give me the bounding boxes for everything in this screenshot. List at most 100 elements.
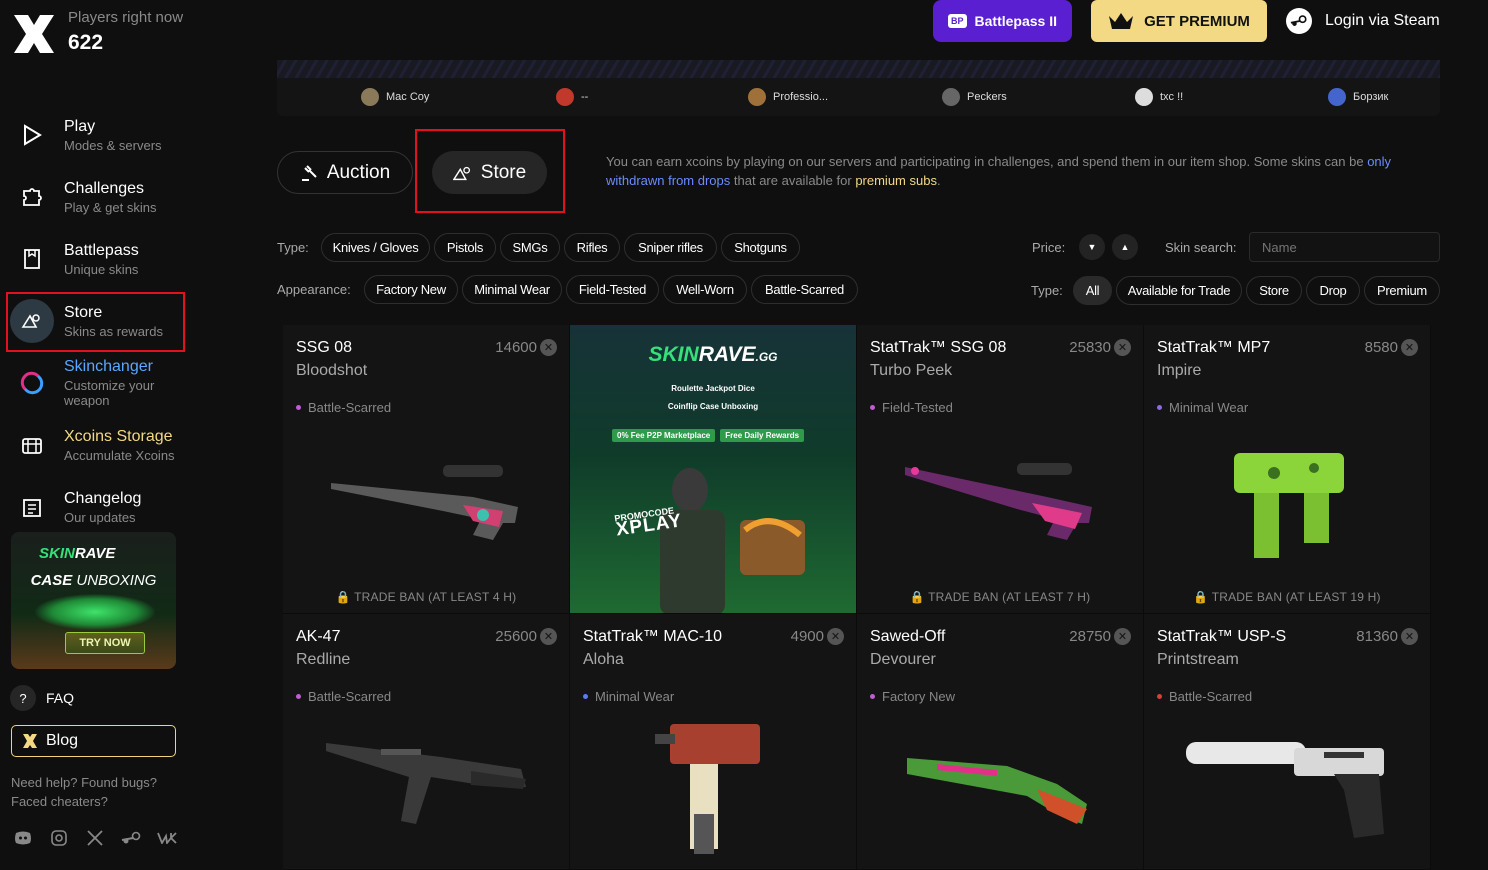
get-premium-label: GET PREMIUM <box>1144 12 1250 30</box>
battlepass-badge: BP <box>948 14 967 28</box>
info-text-part: . <box>936 173 941 188</box>
item-price: 81360 ✕ <box>1356 628 1418 645</box>
steam-logo-icon <box>1286 8 1312 34</box>
item-card[interactable]: StatTrak™ MP7 Impire 8580 ✕ Minimal Wear … <box>1144 325 1431 614</box>
item-card[interactable]: StatTrak™ USP-S Printstream 81360 ✕ Battl… <box>1144 614 1431 870</box>
steam-icon[interactable] <box>120 827 142 849</box>
help-line-2: Faced cheaters? <box>11 794 108 809</box>
filter-appearance-factory-new[interactable]: Factory New <box>364 275 458 304</box>
drop-entry[interactable]: txc !! <box>1135 88 1183 106</box>
drop-entry[interactable]: -- <box>556 88 588 106</box>
wear-dot <box>1157 405 1162 410</box>
filter-appearance-field-tested[interactable]: Field-Tested <box>566 275 659 304</box>
item-card[interactable]: AK-47 Redline 25600 ✕ Battle-Scarred <box>283 614 570 870</box>
price-value: 4900 <box>790 628 824 645</box>
price-sort-asc-button[interactable]: ▲ <box>1112 234 1138 260</box>
sidebar-item-skinchanger[interactable]: Skinchanger Customize your weapon <box>10 357 190 409</box>
drop-player-name: Peckers <box>967 91 1007 103</box>
filter-type-knives-gloves[interactable]: Knives / Gloves <box>321 233 430 262</box>
drop-entry[interactable]: Mac Coy <box>361 88 429 106</box>
gavel-icon <box>301 164 317 181</box>
filter-type-shotguns[interactable]: Shotguns <box>721 233 800 262</box>
item-skin-name: Turbo Peek <box>870 362 953 379</box>
item-skin-name: Aloha <box>583 651 624 668</box>
tab-auction[interactable]: Auction <box>277 151 413 194</box>
get-premium-button[interactable]: GET PREMIUM <box>1091 0 1267 42</box>
item-card[interactable]: StatTrak™ MAC-10 Aloha 4900 ✕ Minimal Wea… <box>570 614 857 870</box>
question-icon: ? <box>10 685 36 711</box>
drop-entry[interactable]: Peckers <box>942 88 1007 106</box>
filter-type-rifles[interactable]: Rifles <box>564 233 620 262</box>
sidebar-item-store[interactable]: Store Skins as rewards <box>10 295 190 347</box>
discord-icon[interactable] <box>12 827 34 849</box>
xcoin-icon: ✕ <box>827 628 844 645</box>
item-price: 25600 ✕ <box>495 628 557 645</box>
filter-type-pistols[interactable]: Pistols <box>434 233 496 262</box>
skin-search-input[interactable] <box>1249 232 1440 262</box>
blog-button[interactable]: Blog <box>11 725 176 757</box>
filter-appearance-minimal-wear[interactable]: Minimal Wear <box>462 275 562 304</box>
store-icon <box>10 299 54 343</box>
item-card[interactable]: Sawed-Off Devourer 28750 ✕ Factory New <box>857 614 1144 870</box>
battlepass-button[interactable]: BP Battlepass II <box>933 0 1072 42</box>
filter-source-all[interactable]: All <box>1073 276 1112 305</box>
drop-entry[interactable]: Борзик <box>1328 88 1388 106</box>
price-value: 25600 <box>495 628 537 645</box>
item-skin-name: Bloodshot <box>296 362 368 379</box>
vk-icon[interactable] <box>156 827 178 849</box>
filter-appearance-battle-scarred[interactable]: Battle-Scarred <box>751 275 858 304</box>
mp7-impire-image <box>1234 453 1344 558</box>
faq-link[interactable]: ? FAQ <box>10 685 74 711</box>
info-text-part: You can earn xcoins by playing on our se… <box>606 154 1368 169</box>
promo-try-now-button[interactable]: TRY NOW <box>65 632 145 654</box>
drop-player-name: Professio... <box>773 91 829 103</box>
tab-store[interactable]: Store <box>432 151 547 194</box>
trade-ban-label: TRADE BAN (AT LEAST 7 H) <box>928 590 1091 604</box>
sidebar-item-title: Changelog <box>64 489 142 507</box>
crown-icon <box>1109 13 1134 29</box>
xcoin-icon: ✕ <box>1114 628 1131 645</box>
item-price: 25830 ✕ <box>1069 339 1131 356</box>
logo-icon[interactable] <box>12 13 56 55</box>
sidebar: Players right now 622 Play Modes & server… <box>0 0 196 870</box>
skinrave-ad-card[interactable]: SKINRAVE.GG Roulette Jackpot Dice Coinfli… <box>570 325 857 614</box>
xcoin-icon: ✕ <box>1401 339 1418 356</box>
item-wear: Factory New <box>870 689 955 704</box>
drop-entry[interactable]: Professio... <box>748 88 828 106</box>
item-card[interactable]: StatTrak™ SSG 08 Turbo Peek 25830 ✕ Field… <box>857 325 1144 614</box>
price-sort-desc-button[interactable]: ▼ <box>1079 234 1105 260</box>
x-twitter-icon[interactable] <box>84 827 106 849</box>
sidebar-item-subtitle: Play & get skins <box>64 199 157 215</box>
promo-brand: SKINRAVE <box>39 545 116 562</box>
filter-source-available-for-trade[interactable]: Available for Trade <box>1116 276 1242 305</box>
mac10-aloha-image <box>655 724 760 854</box>
login-steam-button[interactable]: Login via Steam <box>1286 8 1440 34</box>
battlepass-label: Battlepass II <box>974 13 1057 29</box>
filter-type-smgs[interactable]: SMGs <box>500 233 560 262</box>
item-wear: Minimal Wear <box>1157 400 1248 415</box>
help-line-1: Need help? Found bugs? <box>11 775 158 790</box>
sidebar-item-xcoins-storage[interactable]: Xcoins Storage Accumulate Xcoins <box>10 419 190 471</box>
filter-source-premium[interactable]: Premium <box>1364 276 1440 305</box>
item-weapon-name: AK-47 <box>296 628 341 645</box>
store-item-grid: SSG 08 Bloodshot 14600 ✕ Battle-Scarred 🔒… <box>283 325 1433 870</box>
play-icon <box>10 113 54 157</box>
filter-appearance-well-worn[interactable]: Well-Worn <box>663 275 747 304</box>
item-card[interactable]: SSG 08 Bloodshot 14600 ✕ Battle-Scarred 🔒… <box>283 325 570 614</box>
sidebar-item-challenges[interactable]: Challenges Play & get skins <box>10 171 190 223</box>
filter-source-drop[interactable]: Drop <box>1306 276 1360 305</box>
item-skin-name: Impire <box>1157 362 1202 379</box>
info-link-premium[interactable]: premium subs <box>855 173 937 188</box>
players-online: Players right now 622 <box>68 9 183 55</box>
filter-source-store[interactable]: Store <box>1246 276 1302 305</box>
sidebar-item-play[interactable]: Play Modes & servers <box>10 109 190 161</box>
price-value: 14600 <box>495 339 537 356</box>
sidebar-item-battlepass[interactable]: Battlepass Unique skins <box>10 233 190 285</box>
trade-ban-notice: 🔒 TRADE BAN (AT LEAST 7 H) <box>909 590 1091 604</box>
filter-type-sniper-rifles[interactable]: Sniper rifles <box>624 233 717 262</box>
type2-filter-label: Type: <box>1031 283 1063 298</box>
sidebar-item-changelog[interactable]: Changelog Our updates <box>10 481 190 533</box>
skinrave-promo-banner[interactable]: SKINRAVE CASE UNBOXING TRY NOW <box>11 532 176 669</box>
price-value: 25830 <box>1069 339 1111 356</box>
instagram-icon[interactable] <box>48 827 70 849</box>
